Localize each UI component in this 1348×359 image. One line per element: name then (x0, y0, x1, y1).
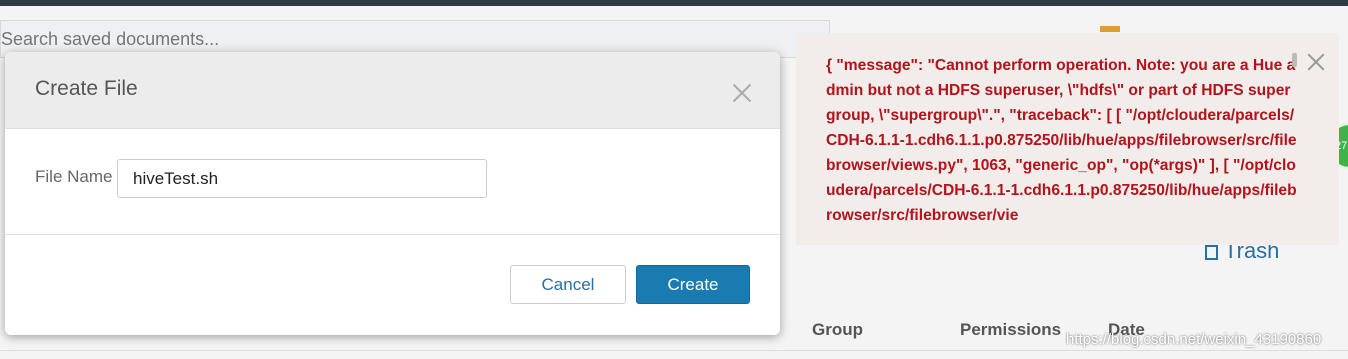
error-message: { "message": "Cannot perform operation. … (826, 57, 1297, 224)
close-icon[interactable] (1305, 51, 1327, 73)
cancel-button[interactable]: Cancel (510, 265, 626, 304)
notification-marker (1100, 26, 1120, 32)
modal-title: Create File (35, 77, 138, 100)
top-bar (0, 0, 1348, 6)
error-scrollbar[interactable] (1292, 53, 1297, 67)
error-notification: { "message": "Cannot perform operation. … (796, 33, 1339, 245)
watermark: https://blog.csdn.net/weixin_43190860 (1066, 331, 1322, 348)
close-icon[interactable] (730, 81, 754, 105)
column-permissions[interactable]: Permissions (960, 320, 1061, 340)
file-name-input[interactable] (117, 159, 487, 198)
column-group[interactable]: Group (812, 320, 863, 340)
create-file-modal: Create File File Name Cancel Create (5, 52, 780, 335)
create-button[interactable]: Create (636, 265, 750, 304)
table-divider (0, 350, 1348, 351)
file-name-label: File Name (35, 167, 113, 186)
modal-header: Create File (5, 52, 780, 129)
trash-icon (1205, 244, 1218, 260)
modal-divider (5, 234, 780, 235)
